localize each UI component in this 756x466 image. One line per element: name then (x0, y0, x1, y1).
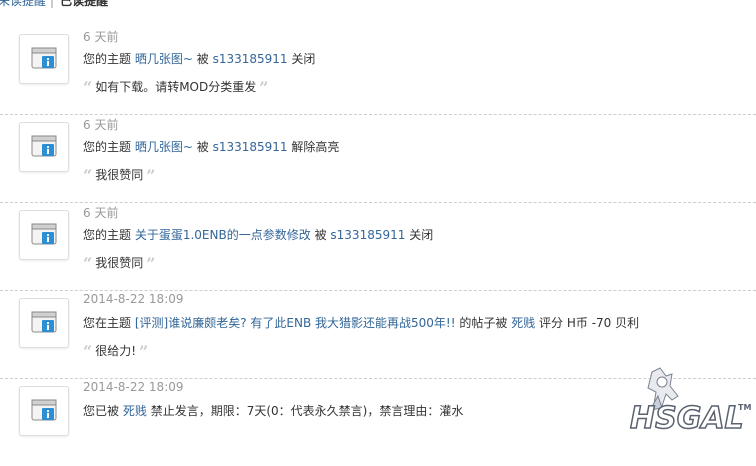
notice-action: 禁止发言，期限：7天(0：代表永久禁言)，禁言理由：灌水 (150, 404, 464, 418)
notice-tabs: 未读提醒 | 已读提醒 (0, 0, 756, 8)
notice-item: 6 天前 您的主题 晒几张图~ 被 s133185911 解除高亮 “我很赞同” (0, 114, 756, 203)
notice-action: 评分 H币 -70 贝利 (539, 316, 640, 330)
notice-prefix: 您的主题 (83, 140, 132, 154)
notice-avatar[interactable] (19, 34, 69, 84)
thread-link[interactable]: 晒几张图~ (135, 52, 193, 66)
close-quote-icon: ” (139, 342, 149, 361)
notice-time: 2014-8-22 18:09 (83, 380, 184, 394)
open-quote-icon: “ (83, 254, 93, 273)
notice-quote: “我很赞同” (83, 164, 156, 185)
notice-text: 您已被 死贱 禁止发言，期限：7天(0：代表永久禁言)，禁言理由：灌水 (83, 402, 463, 419)
open-quote-icon: “ (83, 342, 93, 361)
info-notice-icon (31, 135, 57, 157)
tab-unread[interactable]: 未读提醒 (0, 0, 46, 8)
quote-text: 很给力! (95, 344, 137, 358)
notice-avatar[interactable] (19, 386, 69, 436)
notice-text: 您的主题 晒几张图~ 被 s133185911 解除高亮 (83, 138, 339, 155)
user-link[interactable]: 死贱 (511, 316, 535, 330)
quote-text: 我很赞同 (95, 168, 144, 182)
notice-avatar[interactable] (19, 122, 69, 172)
notice-action: 关闭 (291, 52, 316, 66)
notice-text: 您的主题 晒几张图~ 被 s133185911 关闭 (83, 50, 315, 67)
info-notice-icon (31, 223, 57, 245)
close-quote-icon: ” (259, 78, 269, 97)
notice-quote: “我很赞同” (83, 252, 156, 273)
notice-text: 您在主题 [评测]谁说廉颇老矣? 有了此ENB 我大猎影还能再战500年!! 的… (83, 314, 639, 331)
user-link[interactable]: s133185911 (330, 228, 405, 242)
notice-mid: 的帖子被 (459, 316, 508, 330)
notice-prefix: 您的主题 (83, 228, 132, 242)
quote-text: 我很赞同 (95, 256, 144, 270)
user-link[interactable]: 死贱 (123, 404, 147, 418)
close-quote-icon: ” (146, 254, 156, 273)
notice-action: 关闭 (409, 228, 434, 242)
notice-avatar[interactable] (19, 210, 69, 260)
notice-item: 6 天前 您的主题 晒几张图~ 被 s133185911 关闭 “如有下载。请转… (0, 26, 756, 115)
notice-avatar[interactable] (19, 298, 69, 348)
thread-link[interactable]: 关于蛋蛋1.0ENB的一点参数修改 (135, 228, 311, 242)
notice-action: 解除高亮 (291, 140, 340, 154)
tab-read[interactable]: 已读提醒 (60, 0, 108, 8)
notice-prefix: 您已被 (83, 404, 120, 418)
notice-time: 6 天前 (83, 206, 119, 220)
notice-time: 6 天前 (83, 118, 119, 132)
notice-item: 6 天前 您的主题 关于蛋蛋1.0ENB的一点参数修改 被 s133185911… (0, 202, 756, 291)
notice-prefix: 您在主题 (83, 316, 132, 330)
notice-quote: “如有下载。请转MOD分类重发” (83, 76, 269, 97)
quote-text: 如有下载。请转MOD分类重发 (95, 80, 257, 94)
user-link[interactable]: s133185911 (213, 52, 288, 66)
open-quote-icon: “ (83, 166, 93, 185)
logo-tm: TM (738, 403, 751, 412)
notice-mid: 被 (314, 228, 327, 242)
close-quote-icon: ” (146, 166, 156, 185)
info-notice-icon (31, 311, 57, 333)
user-link[interactable]: s133185911 (213, 140, 288, 154)
notice-quote: “很给力!” (83, 340, 149, 361)
notice-mid: 被 (196, 140, 209, 154)
notice-text: 您的主题 关于蛋蛋1.0ENB的一点参数修改 被 s133185911 关闭 (83, 226, 433, 243)
notice-time: 2014-8-22 18:09 (83, 292, 184, 306)
site-logo-watermark: HSGAL TM (622, 366, 756, 440)
info-notice-icon (31, 47, 57, 69)
thread-link[interactable]: [评测]谁说廉颇老矣? 有了此ENB 我大猎影还能再战500年!! (135, 316, 456, 330)
logo-wordmark: HSGAL (630, 401, 744, 436)
notice-mid: 被 (196, 52, 209, 66)
thread-link[interactable]: 晒几张图~ (135, 140, 193, 154)
info-notice-icon (31, 399, 57, 421)
open-quote-icon: “ (83, 78, 93, 97)
tab-separator: | (50, 0, 55, 8)
mascot-logo-icon: HSGAL TM (629, 367, 751, 437)
notice-prefix: 您的主题 (83, 52, 132, 66)
notice-time: 6 天前 (83, 30, 119, 44)
